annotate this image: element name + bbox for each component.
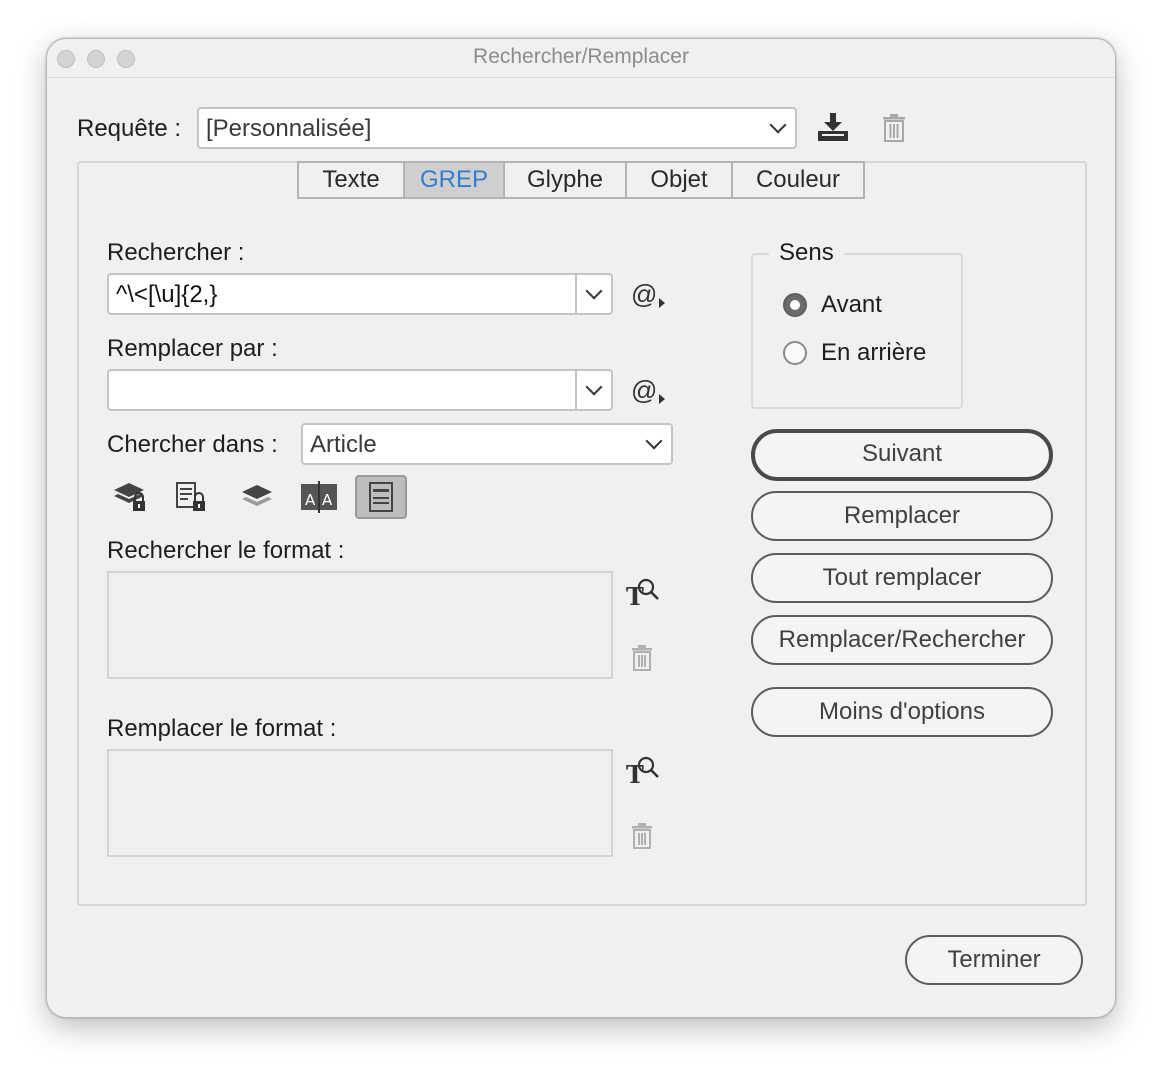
special-characters-icon[interactable]: @ <box>631 375 666 406</box>
chevron-down-icon <box>645 432 663 450</box>
svg-text:A: A <box>305 491 316 509</box>
replace-format-box[interactable] <box>107 749 613 857</box>
tab-grep[interactable]: GREP <box>405 163 505 197</box>
chevron-down-icon <box>585 378 603 396</box>
master-pages-icon[interactable] <box>355 475 407 519</box>
direction-title: Sens <box>769 239 844 267</box>
find-format-label: Rechercher le format : <box>107 537 345 564</box>
replace-label: Remplacer par : <box>107 335 278 362</box>
specify-replace-format-icon[interactable]: T <box>625 753 661 789</box>
clear-find-format-icon[interactable] <box>631 645 653 671</box>
case-sensitive-icon[interactable]: A A <box>297 475 341 519</box>
tab-objet[interactable]: Objet <box>627 163 733 197</box>
delete-query-icon[interactable] <box>881 113 907 143</box>
window-title: Rechercher/Remplacer <box>473 45 689 68</box>
locked-layers-icon[interactable] <box>109 475 153 519</box>
replace-field[interactable] <box>107 369 613 411</box>
chevron-down-icon <box>769 116 787 134</box>
query-label: Requête : <box>77 115 182 142</box>
title-bar: Rechercher/Remplacer <box>47 39 1115 78</box>
tab-couleur[interactable]: Couleur <box>733 163 863 197</box>
find-replace-window: Rechercher/Remplacer Requête : [Personna… <box>46 38 1116 1018</box>
locked-stories-icon[interactable] <box>169 475 213 519</box>
direction-group <box>751 253 963 409</box>
save-query-icon[interactable] <box>815 111 851 145</box>
clear-replace-format-icon[interactable] <box>631 823 653 849</box>
search-label: Rechercher : <box>107 239 245 266</box>
find-format-box[interactable] <box>107 571 613 679</box>
radio-en-arriere[interactable] <box>783 341 807 365</box>
chevron-down-icon <box>585 282 603 300</box>
svg-text:T: T <box>626 760 644 785</box>
replace-button[interactable]: Remplacer <box>751 491 1053 541</box>
radio-avant[interactable] <box>783 293 807 317</box>
query-select[interactable]: [Personnalisée] <box>197 107 797 149</box>
replace-format-label: Remplacer le format : <box>107 715 337 742</box>
replace-find-button[interactable]: Remplacer/Rechercher <box>751 615 1053 665</box>
tab-glyphe[interactable]: Glyphe <box>505 163 627 197</box>
replace-all-button[interactable]: Tout remplacer <box>751 553 1053 603</box>
specify-find-format-icon[interactable]: T <box>625 575 661 611</box>
next-button[interactable]: Suivant <box>751 429 1053 481</box>
radio-avant-label[interactable]: Avant <box>821 291 882 319</box>
query-value: [Personnalisée] <box>206 115 372 142</box>
special-characters-icon[interactable]: @ <box>631 279 666 310</box>
radio-en-arriere-label[interactable]: En arrière <box>821 339 926 367</box>
search-value: ^\<[\u]{2,} <box>116 281 218 308</box>
done-button[interactable]: Terminer <box>905 935 1083 985</box>
fewer-options-button[interactable]: Moins d'options <box>751 687 1053 737</box>
scope-value: Article <box>310 431 377 458</box>
scope-select[interactable]: Article <box>301 423 673 465</box>
svg-text:T: T <box>626 582 644 607</box>
scope-label: Chercher dans : <box>107 431 278 458</box>
tab-bar: Texte GREP Glyphe Objet Couleur <box>297 161 865 199</box>
svg-text:A: A <box>322 491 333 509</box>
search-field[interactable]: ^\<[\u]{2,} <box>107 273 613 315</box>
hidden-layers-icon[interactable] <box>235 475 279 519</box>
tab-texte[interactable]: Texte <box>299 163 405 197</box>
